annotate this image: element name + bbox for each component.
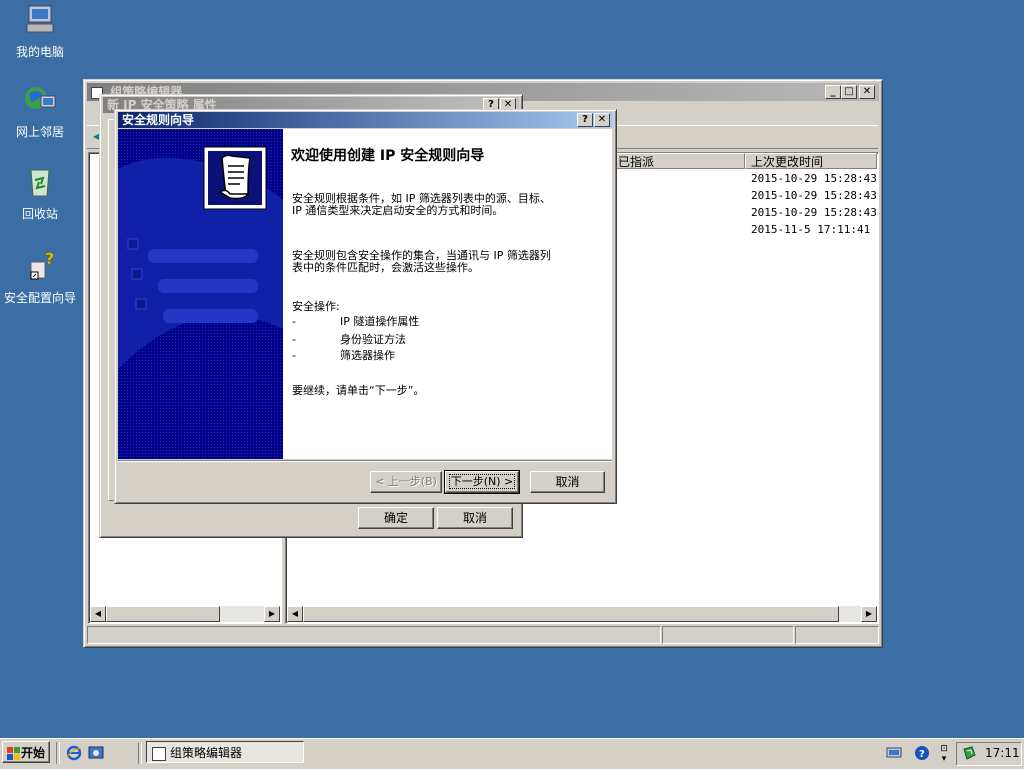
list-bullet: - <box>292 315 296 328</box>
start-label: 开始 <box>21 746 46 760</box>
wizard-cancel-button[interactable]: 取消 <box>530 471 605 493</box>
task-label: 组策略编辑器 <box>170 746 243 760</box>
scroll-left-icon[interactable]: ◀ <box>90 606 106 622</box>
maximize-button[interactable]: □ <box>841 85 857 99</box>
desktop-icon-label: 回收站 <box>21 207 58 221</box>
taskbar-divider <box>138 742 142 764</box>
table-row-modified[interactable]: 2015-10-29 15:28:43 <box>751 206 877 219</box>
list-item: 身份验证方法 <box>340 333 406 346</box>
taskbar-divider <box>56 742 60 764</box>
gpedit-app-icon <box>152 746 166 761</box>
wizard-heading: 欢迎使用创建 IP 安全规则向导 <box>291 148 485 164</box>
continue-instruction: 要继续，请单击“下一步”。 <box>292 384 425 397</box>
table-row-modified[interactable]: 2015-11-5 17:11:41 <box>751 223 870 236</box>
help-tray-icon[interactable]: ? <box>914 745 930 761</box>
document-scroll-icon <box>218 154 251 200</box>
restore-tray-icon[interactable]: ⊡ ▾ <box>938 744 950 764</box>
ok-button[interactable]: 确定 <box>358 507 434 529</box>
wizard-titlebar[interactable]: 安全规则向导 ? ✕ <box>118 112 613 128</box>
recycle-bin-icon <box>30 169 50 197</box>
status-pane <box>662 626 794 644</box>
wizard-title: 安全规则向导 <box>122 113 195 127</box>
svg-text:?: ? <box>45 250 54 268</box>
table-row-modified[interactable]: 2015-10-29 15:28:43 <box>751 172 877 185</box>
desktop-icon-label: 安全配置向导 <box>3 291 76 305</box>
list-item: IP 隧道操作属性 <box>340 315 420 328</box>
next-button[interactable]: 下一步(N) > <box>444 470 520 494</box>
minimize-button[interactable]: _ <box>825 85 841 99</box>
wizard-separator <box>118 460 612 462</box>
desktop-icon-label: 我的电脑 <box>15 45 64 59</box>
start-button[interactable]: 开始 <box>2 741 50 763</box>
scroll-left-icon[interactable]: ◀ <box>287 606 303 622</box>
status-pane <box>87 626 661 644</box>
help-button[interactable]: ? <box>577 113 593 127</box>
desktop-icon-recycle-bin[interactable]: 回收站 <box>0 166 80 222</box>
table-row-modified[interactable]: 2015-10-29 15:28:43 <box>751 189 877 202</box>
list-hscrollbar[interactable]: ◀ ▶ <box>287 606 877 622</box>
taskbar-task-gpedit[interactable]: 组策略编辑器 <box>146 741 304 763</box>
desktop-icon-label: 网上邻居 <box>15 125 64 139</box>
windows-logo-icon <box>7 746 20 760</box>
security-ops-title: 安全操作: <box>292 300 340 313</box>
security-wizard-icon: ? <box>30 249 55 280</box>
my-computer-icon <box>26 5 54 33</box>
network-places-icon <box>25 87 56 109</box>
wizard-paragraph-1: IP 通信类型来决定启动安全的方式和时间。 <box>292 204 504 217</box>
column-header-assigned[interactable]: 已指派 <box>612 153 745 169</box>
list-bullet: - <box>292 349 296 362</box>
tree-hscrollbar[interactable]: ◀ ▶ <box>90 606 280 622</box>
status-pane <box>795 626 879 644</box>
next-button-label: 下一步(N) > <box>448 474 516 489</box>
scroll-thumb[interactable] <box>303 606 839 622</box>
close-button[interactable]: ✕ <box>594 113 610 127</box>
scroll-right-icon[interactable]: ▶ <box>861 606 877 622</box>
system-tray: 17:11 <box>956 742 1022 766</box>
desktop-icon-my-computer[interactable]: 我的电脑 <box>0 4 80 60</box>
back-button[interactable]: < 上一步(B) <box>370 471 442 493</box>
clock[interactable]: 17:11 <box>985 746 1020 760</box>
svg-text:?: ? <box>919 749 925 760</box>
desktop-icon-network-places[interactable]: 网上邻居 <box>0 84 80 140</box>
list-bullet: - <box>292 333 296 346</box>
list-item: 筛选器操作 <box>340 349 395 362</box>
cancel-button[interactable]: 取消 <box>437 507 513 529</box>
security-shield-tray-icon[interactable] <box>961 745 977 761</box>
network-tray-icon[interactable] <box>886 745 904 761</box>
column-header-modified[interactable]: 上次更改时间 <box>745 153 877 169</box>
close-button[interactable]: ✕ <box>859 85 875 99</box>
show-desktop-icon[interactable] <box>88 745 104 761</box>
wizard-paragraph-2: 表中的条件匹配时，会激活这些操作。 <box>292 261 479 274</box>
desktop-icon-security-wizard[interactable]: ? 安全配置向导 <box>0 249 80 306</box>
scroll-right-icon[interactable]: ▶ <box>264 606 280 622</box>
scroll-thumb[interactable] <box>106 606 220 622</box>
internet-explorer-icon[interactable] <box>66 745 82 761</box>
